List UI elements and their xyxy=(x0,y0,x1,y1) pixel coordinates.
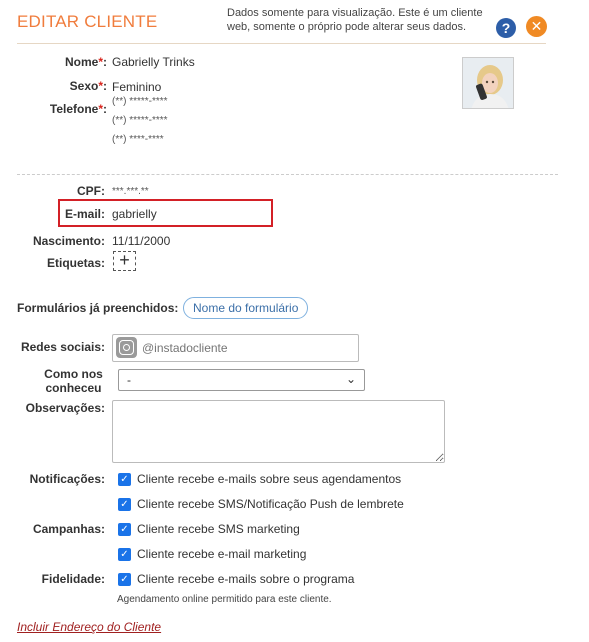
checkbox-notif-sms[interactable]: ✓ xyxy=(118,498,131,511)
checkbox-sms-marketing[interactable]: ✓ xyxy=(118,523,131,536)
question-circle-icon[interactable]: ? xyxy=(496,18,516,38)
nascimento-value: 11/11/2000 xyxy=(112,234,171,248)
observacoes-textarea[interactable] xyxy=(112,400,445,463)
instagram-input[interactable] xyxy=(142,339,352,357)
checkbox-label: Cliente recebe SMS marketing xyxy=(137,522,300,536)
email-value: gabrielly xyxy=(112,207,157,221)
como-conheceu-label: Como nos conheceu xyxy=(44,367,103,395)
form-name-pill[interactable]: Nome do formulário xyxy=(183,297,309,319)
checkbox-label: Cliente recebe e-mails sobre seus agenda… xyxy=(137,472,402,486)
header-divider xyxy=(17,43,546,44)
phone-2: (**) *****-**** xyxy=(112,115,168,126)
campanhas-label: Campanhas: xyxy=(32,522,105,536)
como-conheceu-select[interactable]: - xyxy=(118,369,365,391)
online-booking-note: Agendamento online permitido para este c… xyxy=(117,594,332,605)
cpf-value: ***.***.** xyxy=(112,186,149,197)
checkbox-fidelidade[interactable]: ✓ xyxy=(118,573,131,586)
nome-label: Nome*: xyxy=(64,55,107,69)
email-label: E-mail: xyxy=(64,207,105,221)
checkbox-notif-emails[interactable]: ✓ xyxy=(118,473,131,486)
add-tag-button[interactable]: + xyxy=(113,251,136,271)
add-address-link[interactable]: Incluir Endereço do Cliente xyxy=(17,620,161,634)
page-title: EDITAR CLIENTE xyxy=(17,12,158,31)
nome-value: Gabrielly Trinks xyxy=(112,55,195,69)
phone-3: (**) ****-**** xyxy=(112,134,164,145)
forms-label: Formulários já preenchidos: xyxy=(17,301,179,315)
nascimento-label: Nascimento: xyxy=(32,234,105,248)
checkbox-email-marketing[interactable]: ✓ xyxy=(118,548,131,561)
notificacoes-label: Notificações: xyxy=(29,472,105,486)
checkbox-label: Cliente recebe e-mails sobre o programa xyxy=(137,572,355,586)
checkbox-label: Cliente recebe e-mail marketing xyxy=(137,547,307,561)
observacoes-label: Observações: xyxy=(25,401,105,415)
etiquetas-label: Etiquetas: xyxy=(46,256,105,270)
chevron-down-icon: ⌄ xyxy=(346,372,357,386)
cpf-label: CPF: xyxy=(77,184,105,198)
close-circle-icon[interactable]: ✕ xyxy=(526,16,547,37)
sexo-value: Feminino xyxy=(112,80,162,94)
telefone-label: Telefone*: xyxy=(49,102,107,116)
instagram-icon xyxy=(116,337,137,358)
fidelidade-label: Fidelidade: xyxy=(41,572,105,586)
social-label: Redes sociais: xyxy=(20,340,105,354)
sexo-label: Sexo*: xyxy=(69,79,107,93)
client-photo xyxy=(462,57,514,109)
phone-1: (**) *****-**** xyxy=(112,96,168,107)
section-divider xyxy=(17,174,558,175)
checkbox-label: Cliente recebe SMS/Notificação Push de l… xyxy=(137,497,404,511)
client-photo-image xyxy=(463,58,513,108)
readonly-notice: Dados somente para visualização. Este é … xyxy=(227,7,483,33)
